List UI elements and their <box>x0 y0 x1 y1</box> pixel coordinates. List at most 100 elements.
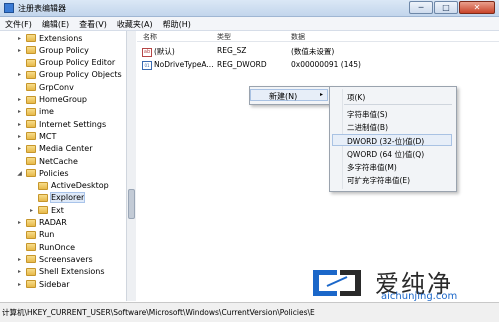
tree-expander-icon[interactable] <box>16 158 23 165</box>
folder-icon <box>26 255 36 264</box>
maximize-button[interactable]: □ <box>434 1 458 14</box>
menu-favorites[interactable]: 收藏夹(A) <box>112 17 158 30</box>
tree-scrollbar[interactable] <box>126 31 136 301</box>
tree-item[interactable]: ▸ Group Policy <box>16 44 89 56</box>
tree-expander-icon[interactable]: ▸ <box>16 268 23 275</box>
folder-icon <box>26 144 36 153</box>
value-data: (数值未设置) <box>291 47 335 56</box>
tree-item[interactable]: ▸ HomeGroup <box>16 94 87 106</box>
tree-item[interactable]: ActiveDesktop <box>28 180 109 192</box>
tree-item[interactable]: ▸ ime <box>16 106 54 118</box>
new-submenu: 项(K) 字符串值(S) 二进制值(B) DWORD (32-位)值(D) QW… <box>329 86 457 192</box>
list-header: 名称 类型 数据 <box>137 31 499 42</box>
tree-expander-icon[interactable]: ◢ <box>16 170 23 177</box>
submenu-item-dword[interactable]: DWORD (32-位)值(D) <box>347 136 424 148</box>
tree-item-label: Internet Settings <box>39 119 107 129</box>
submenu-item-string[interactable]: 字符串值(S) <box>347 109 388 121</box>
tree-expander-icon[interactable]: ▸ <box>16 47 23 54</box>
minimize-button[interactable]: ─ <box>409 1 433 14</box>
tree-expander-icon[interactable]: ▸ <box>16 145 23 152</box>
tree-expander-icon[interactable]: ▸ <box>16 133 23 140</box>
binary-value-icon: 01 <box>142 60 152 70</box>
tree-item[interactable]: ▸ Sidebar <box>16 278 70 290</box>
string-value-icon: ab <box>142 47 152 57</box>
tree-item-label: GrpConv <box>39 82 74 92</box>
tree-item[interactable]: ▸ RADAR <box>16 217 67 229</box>
tree-item[interactable]: Group Policy Editor <box>16 57 115 69</box>
tree-item[interactable]: GrpConv <box>16 81 74 93</box>
tree-item-label: MCT <box>39 131 57 141</box>
tree-item[interactable]: ◢ Policies <box>16 167 69 179</box>
new-label: 新建(N) <box>269 92 298 101</box>
watermark: 爱纯净 aichunjing.com <box>307 264 499 304</box>
tree-item[interactable]: ▸ MCT <box>16 130 56 142</box>
tree-expander-icon[interactable]: ▸ <box>16 281 23 288</box>
tree-item[interactable]: ▸ Extensions <box>16 32 82 44</box>
folder-icon <box>38 181 48 190</box>
tree-expander-icon[interactable]: ▸ <box>16 121 23 128</box>
tree-item-label: Run <box>39 230 55 240</box>
close-button[interactable]: ✕ <box>459 1 495 14</box>
tree-item-label: HomeGroup <box>39 95 87 104</box>
tree-item[interactable]: RunOnce <box>16 241 75 253</box>
tree-expander-icon[interactable] <box>16 84 23 91</box>
column-type-header[interactable]: 类型 <box>217 32 231 42</box>
tree-item[interactable]: NetCache <box>16 155 78 167</box>
tree-expander-icon[interactable] <box>28 194 35 201</box>
tree-expander-icon[interactable] <box>16 244 23 251</box>
folder-icon <box>26 267 36 276</box>
list-row[interactable]: 01 NoDriveTypeA... REG_DWORD 0x00000091 (… <box>137 59 499 70</box>
tree-item-label: ActiveDesktop <box>51 181 109 191</box>
menu-file[interactable]: 文件(F) <box>0 17 37 30</box>
tree-item-label: Explorer <box>49 192 86 204</box>
tree-item-label: Policies <box>39 168 69 178</box>
tree-item-label: Group Policy Objects <box>39 70 122 80</box>
list-row[interactable]: ab (默认) REG_SZ (数值未设置) <box>137 45 499 57</box>
tree-expander-icon[interactable]: ▸ <box>16 96 23 103</box>
folder-icon <box>26 243 36 252</box>
menu-view[interactable]: 查看(V) <box>74 17 112 30</box>
folder-icon <box>26 34 36 42</box>
tree-item[interactable]: ▸ Group Policy Objects <box>16 69 122 81</box>
column-name-header[interactable]: 名称 <box>143 32 157 42</box>
tree-expander-icon[interactable]: ▸ <box>16 219 23 226</box>
context-menu-new[interactable]: 新建(N) ▸ <box>250 89 328 101</box>
tree-expander-icon[interactable] <box>28 182 35 189</box>
tree-expander-icon[interactable]: ▸ <box>16 108 23 115</box>
tree-item[interactable]: ▸ Shell Extensions <box>16 266 105 278</box>
menu-separator <box>344 104 452 105</box>
tree-item[interactable]: ▸ Ext <box>28 204 64 216</box>
submenu-item-binary[interactable]: 二进制值(B) <box>347 122 388 134</box>
menu-edit[interactable]: 编辑(E) <box>37 17 74 30</box>
submenu-item-multi-string[interactable]: 多字符串值(M) <box>347 162 397 174</box>
menu-help[interactable]: 帮助(H) <box>158 17 196 30</box>
tree-item-label: Media Center <box>39 144 93 154</box>
tree-item[interactable]: ▸ Internet Settings <box>16 118 106 130</box>
tree-expander-icon[interactable]: ▸ <box>28 207 35 214</box>
tree-expander-icon[interactable] <box>16 59 23 66</box>
tree-scrollbar-thumb[interactable] <box>128 189 135 219</box>
menu-bar: 文件(F) 编辑(E) 查看(V) 收藏夹(A) 帮助(H) <box>0 17 499 31</box>
folder-icon <box>26 230 36 239</box>
submenu-item-qword[interactable]: QWORD (64 位)值(Q) <box>347 149 424 161</box>
value-type: REG_SZ <box>217 46 247 55</box>
regedit-app-icon <box>4 3 14 13</box>
folder-icon <box>38 206 48 215</box>
tree-item[interactable]: ▸ Screensavers <box>16 253 93 265</box>
title-bar: 注册表编辑器 ─ □ ✕ <box>0 0 499 17</box>
tree-item[interactable]: ▸ Media Center <box>16 143 93 155</box>
tree-expander-icon[interactable]: ▸ <box>16 35 23 42</box>
tree-expander-icon[interactable] <box>16 231 23 238</box>
tree-item-label: ime <box>39 107 54 117</box>
tree-item-label: Extensions <box>39 33 83 43</box>
column-data-header[interactable]: 数据 <box>291 32 305 42</box>
tree-expander-icon[interactable]: ▸ <box>16 256 23 263</box>
submenu-item-expandable-string[interactable]: 可扩充字符串值(E) <box>347 175 410 187</box>
status-bar: 计算机\HKEY_CURRENT_USER\Software\Microsoft… <box>0 302 499 322</box>
submenu-item-key[interactable]: 项(K) <box>347 92 365 104</box>
tree-expander-icon[interactable]: ▸ <box>16 71 23 78</box>
registry-tree[interactable]: ▸ Extensions ▸ Group Policy Group Policy Edi… <box>0 31 136 301</box>
tree-item[interactable]: Run <box>16 229 54 241</box>
tree-item[interactable]: Explorer <box>28 192 86 204</box>
value-name: (默认) <box>154 47 175 56</box>
